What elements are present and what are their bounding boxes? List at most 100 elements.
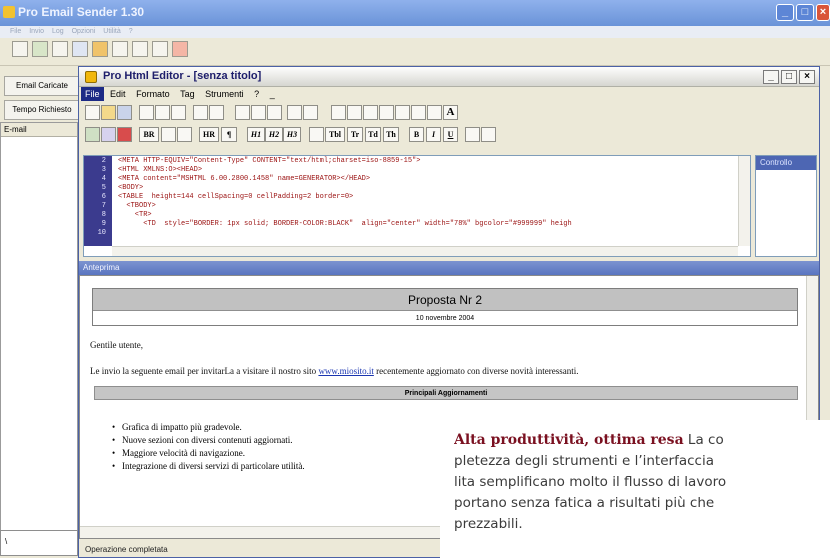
code-line: <TR> [118,211,152,219]
editor-close-button[interactable]: × [799,70,815,84]
tbl-button[interactable]: Tbl [325,127,345,142]
outdent-icon[interactable] [303,105,318,120]
ordered-list-icon[interactable] [465,127,480,142]
h1-button[interactable]: H1 [247,127,265,142]
code-editor[interactable]: 2 3 4 5 6 7 8 9 10 <META HTTP-EQUIV="Content-Typ… [83,155,751,257]
save-icon[interactable] [117,105,132,120]
editor-minimize-button[interactable]: _ [763,70,779,84]
preview-link[interactable]: www.miosito.it [318,366,373,376]
table-icon[interactable] [309,127,324,142]
doc-icon[interactable] [72,41,88,57]
select-icon[interactable] [411,105,426,120]
preview-bullet: Integrazione di diversi servizi di parti… [112,461,305,471]
input-icon[interactable] [363,105,378,120]
anchor-button[interactable]: A [443,105,458,120]
unordered-list-icon[interactable] [481,127,496,142]
caption-line: prezzabili. [454,516,523,532]
line-number: 9 [101,220,106,228]
code-line: <TD style="BORDER: 1px solid; BORDER-COL… [118,220,572,228]
td-button[interactable]: Td [365,127,381,142]
color-icon[interactable] [117,127,132,142]
special-char-icon[interactable] [177,127,192,142]
caption-bold: Alta produttività, ottima resa [454,432,684,448]
preview-body-before: Le invio la seguente email per invitarLa… [90,366,319,376]
frame-icon[interactable] [331,105,346,120]
new-file-icon[interactable] [85,105,100,120]
email-sender-title-bar: Pro Email Sender 1.30 _ □ × [0,0,830,26]
line-number: 4 [101,175,106,183]
align-right-icon[interactable] [267,105,282,120]
article-caption: Alta produttività, ottima resa La co ple… [440,420,830,558]
pause-icon[interactable] [132,41,148,57]
th-button[interactable]: Th [383,127,399,142]
radio-icon[interactable] [379,105,394,120]
textarea-icon[interactable] [427,105,442,120]
code-line: <BODY> [118,184,144,192]
checkbox-icon[interactable] [395,105,410,120]
editor-maximize-button[interactable]: □ [781,70,797,84]
minimize-button[interactable]: _ [776,4,794,21]
email-sender-menu[interactable]: File Invio Log Opzioni Utilità ? [0,26,830,38]
menu-underscore[interactable]: _ [266,87,279,101]
preview-date: 10 novembre 2004 [415,315,475,322]
preview-body: Le invio la seguente email per invitarLa… [90,366,579,376]
menu-edit[interactable]: Edit [106,87,130,101]
code-horizontal-scrollbar[interactable] [112,246,738,256]
menu-help[interactable]: ? [250,87,263,101]
paste-icon[interactable] [171,105,186,120]
preview-icon[interactable] [101,127,116,142]
command-input[interactable]: \ [0,530,78,556]
code-line: <TBODY> [118,202,156,210]
hr-button[interactable]: HR [199,127,219,142]
br-button[interactable]: BR [139,127,159,142]
copy-icon[interactable] [155,105,170,120]
tr-button[interactable]: Tr [347,127,363,142]
maximize-button[interactable]: □ [796,4,814,21]
line-number-gutter: 2 3 4 5 6 7 8 9 10 [84,156,112,246]
email-list[interactable]: E-mail [0,122,78,542]
loaded-emails-label: Email Caricate [4,76,80,96]
controls-header: Controllo [756,156,816,170]
import-icon[interactable] [32,41,48,57]
editor-app-icon [85,71,97,83]
menu-tag[interactable]: Tag [176,87,199,101]
paragraph-button[interactable]: ¶ [221,127,237,142]
bold-button[interactable]: B [409,127,424,142]
align-center-icon[interactable] [251,105,266,120]
html-editor-icon[interactable] [92,41,108,57]
caption-line: pletezza degli strumenti e l’interfaccia [454,453,714,469]
align-left-icon[interactable] [235,105,250,120]
stop-icon[interactable] [152,41,168,57]
editor-menu-bar: File Edit Formato Tag Strumenti ? _ [79,87,819,101]
indent-icon[interactable] [287,105,302,120]
menu-strumenti[interactable]: Strumenti [201,87,248,101]
line-number: 10 [97,229,106,237]
h3-button[interactable]: H3 [283,127,301,142]
new-icon[interactable] [12,41,28,57]
caption-line: portano senza fatica a risultati più che [454,495,715,511]
exit-icon[interactable] [172,41,188,57]
preview-greeting: Gentile utente, [90,340,143,350]
form-icon[interactable] [347,105,362,120]
menu-file[interactable]: File [81,87,104,101]
code-vertical-scrollbar[interactable] [738,156,750,246]
email-column-header[interactable]: E-mail [1,123,77,137]
list-icon[interactable] [52,41,68,57]
close-button[interactable]: × [816,4,830,21]
code-line: <META content="MSHTML 6.00.2800.1458" na… [118,175,371,183]
preview-heading: Proposta Nr 2 [93,289,797,311]
space-icon[interactable] [161,127,176,142]
cut-icon[interactable] [139,105,154,120]
code-line: <META HTTP-EQUIV="Content-Type" CONTENT=… [118,157,421,165]
italic-button[interactable]: I [426,127,441,142]
h2-button[interactable]: H2 [265,127,283,142]
image-icon[interactable] [85,127,100,142]
preview-bullet: Grafica di impatto più gradevole. [112,422,242,432]
undo-icon[interactable] [193,105,208,120]
open-folder-icon[interactable] [101,105,116,120]
caption-text: La co [683,432,724,448]
redo-icon[interactable] [209,105,224,120]
underline-button[interactable]: U [443,127,458,142]
play-icon[interactable] [112,41,128,57]
menu-formato[interactable]: Formato [132,87,174,101]
